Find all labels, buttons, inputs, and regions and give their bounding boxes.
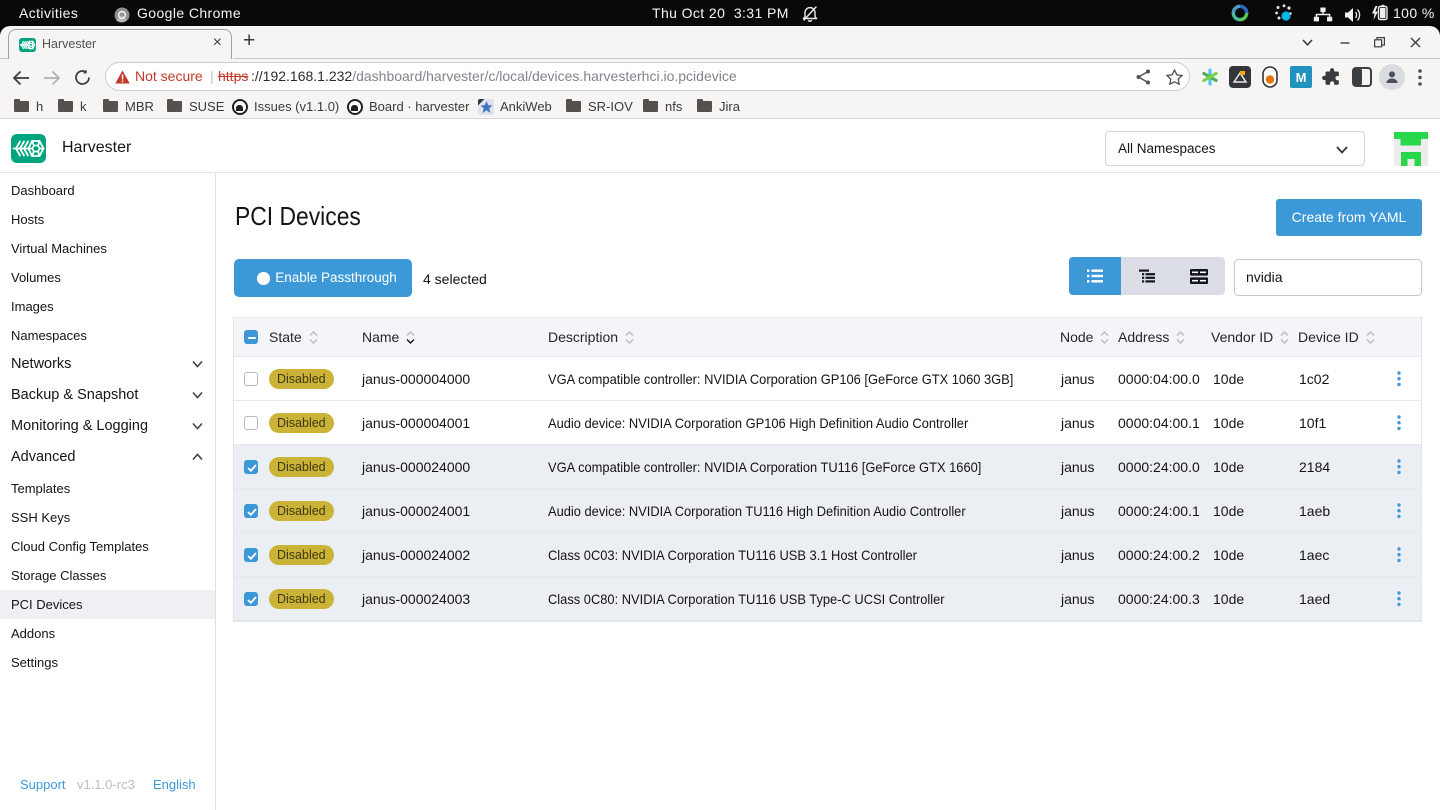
svg-text:M: M	[1296, 70, 1307, 85]
